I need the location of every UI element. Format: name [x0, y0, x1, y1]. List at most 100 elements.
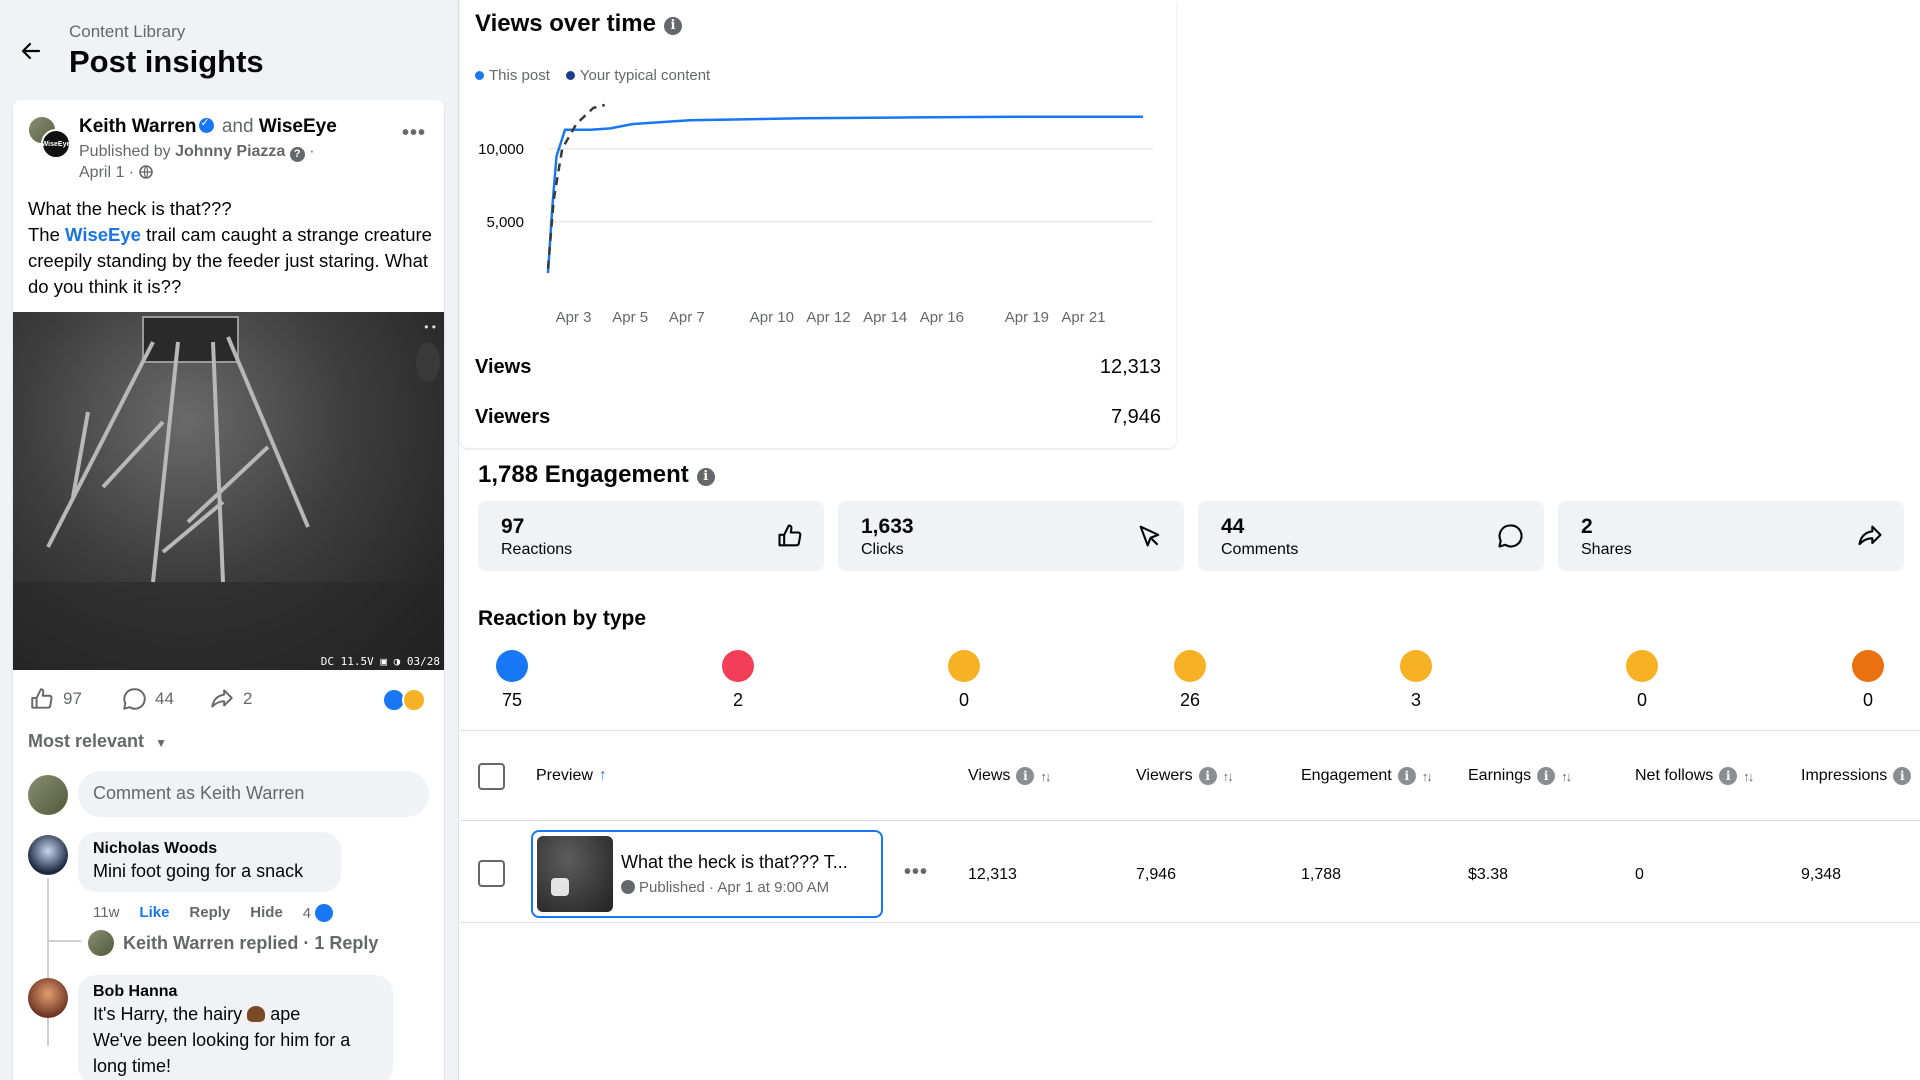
verified-badge-icon — [198, 116, 214, 133]
author-and: and — [221, 116, 254, 137]
dropdown-caret-icon: ▼ — [155, 736, 167, 750]
thumbs-up-icon — [778, 524, 802, 547]
cursor-icon — [1139, 525, 1160, 547]
post-thumbnail — [537, 836, 613, 912]
table-row[interactable]: What the heck is that??? T... Published … — [460, 823, 1920, 923]
haha-count: 26 — [1179, 690, 1201, 710]
care-reaction-icon — [948, 650, 980, 682]
x-tick-label: Apr 21 — [1061, 309, 1105, 326]
column-preview[interactable]: Preview ↑ — [536, 767, 607, 785]
post-text-link[interactable]: WiseEye — [65, 224, 141, 245]
sad-reaction-icon — [1626, 650, 1658, 682]
comments-label: Comments — [1221, 541, 1299, 558]
y-tick-label: 5,000 — [486, 214, 524, 231]
angry-count: 0 — [1862, 690, 1873, 710]
sort-ascending-icon: ↑ — [598, 767, 607, 784]
current-user-avatar[interactable] — [28, 775, 68, 815]
back-arrow-icon — [21, 42, 41, 60]
reactions-value: 97 — [501, 515, 525, 538]
comment-input[interactable]: Comment as Keith Warren — [78, 771, 429, 817]
reaction-summary[interactable] — [382, 688, 428, 712]
comment-bubble-icon — [123, 688, 146, 710]
comments-card[interactable]: 44 Comments — [1198, 501, 1544, 571]
globe-icon — [621, 880, 635, 894]
column-viewers[interactable]: Viewers i ↑↓ — [1136, 767, 1234, 785]
post-avatars[interactable]: WiseEye — [27, 115, 73, 161]
info-icon[interactable]: i — [663, 17, 682, 35]
share-arrow-icon — [211, 689, 233, 708]
sort-icon: ↑↓ — [1040, 768, 1051, 784]
reactions-card[interactable]: 97 Reactions — [478, 501, 824, 571]
back-button[interactable] — [14, 34, 48, 68]
commenter-avatar[interactable] — [28, 835, 68, 875]
post-preview-cell[interactable]: What the heck is that??? T... Published … — [531, 830, 883, 918]
comment-sort-dropdown[interactable]: Most relevant ▼ — [28, 731, 167, 752]
select-all-checkbox[interactable] — [478, 763, 505, 790]
views-over-time-title: Views over time i — [475, 10, 682, 38]
comment-reply-button[interactable]: Reply — [189, 904, 230, 922]
comment-text-2b: We've been looking for him for a long ti… — [93, 1030, 351, 1076]
trail-cam-feeder-image — [13, 316, 444, 670]
row-checkbox[interactable] — [478, 860, 505, 887]
x-tick-label: Apr 5 — [612, 309, 648, 326]
post-text-body: The WiseEye trail cam caught a strange c… — [28, 222, 433, 300]
commenter-name-2[interactable]: Bob Hanna — [93, 983, 378, 1001]
reaction-sad: 0 — [1612, 650, 1672, 711]
haha-reaction-icon — [402, 688, 426, 712]
share-stat[interactable]: 2 — [209, 686, 252, 712]
column-net-follows[interactable]: Net follows i ↑↓ — [1635, 767, 1754, 785]
comment-time[interactable]: 11w — [93, 904, 119, 922]
column-engagement[interactable]: Engagement i ↑↓ — [1301, 767, 1433, 785]
sort-icon: ↑↓ — [1561, 768, 1572, 784]
post-photo[interactable]: • • DC 11.5V ▣ ◑ 03/28 — [13, 312, 444, 670]
comment-like-button[interactable]: Like — [139, 904, 169, 922]
wow-reaction-icon — [1400, 650, 1432, 682]
viewers-metric-row: Viewers 7,946 — [475, 406, 1161, 429]
post-date[interactable]: April 1 · — [79, 164, 134, 181]
post-more-options-icon[interactable]: ••• — [402, 122, 426, 145]
angry-reaction-icon — [1852, 650, 1884, 682]
legend-typical-content[interactable]: Your typical content — [565, 67, 710, 84]
row-more-options-icon[interactable]: ••• — [904, 861, 928, 884]
chart-legend: This post Your typical content — [475, 67, 710, 84]
views-label: Views — [475, 356, 532, 378]
publisher-name[interactable]: Johnny Piazza — [175, 143, 285, 160]
cell-views: 12,313 — [968, 866, 1017, 883]
shares-card[interactable]: 2 Shares — [1558, 501, 1904, 571]
legend-this-post[interactable]: This post — [475, 67, 550, 84]
reaction-love: 2 — [708, 650, 768, 711]
column-views[interactable]: Views i ↑↓ — [968, 767, 1051, 785]
breadcrumb[interactable]: Content Library — [69, 22, 185, 42]
comment-text-2: It's Harry, the hairy ape — [93, 1004, 301, 1024]
published-suffix: · — [309, 143, 315, 160]
like-reaction-icon — [315, 904, 334, 922]
clicks-card[interactable]: 1,633 Clicks — [838, 501, 1184, 571]
view-replies-link[interactable]: Keith Warren replied · 1 Reply — [123, 933, 378, 954]
info-icon[interactable]: i — [696, 468, 715, 486]
sort-icon: ↑↓ — [1222, 768, 1234, 784]
comment-icon — [1498, 524, 1523, 548]
commenter-avatar-2[interactable] — [28, 978, 68, 1018]
views-line-chart: 5,000 10,000 Apr 3 Apr 5 Apr 7 Apr 10 Apr 12 Ap… — [478, 103, 1153, 326]
clicks-value: 1,633 — [861, 515, 914, 538]
comment-reaction-count[interactable]: 4 — [303, 904, 334, 922]
comment-text: Mini foot going for a snack — [93, 861, 304, 881]
reaction-wow: 3 — [1386, 650, 1446, 711]
reaction-by-type-title: Reaction by type — [478, 607, 647, 630]
help-icon[interactable]: ? — [289, 147, 305, 162]
views-metric-row: Views 12,313 — [475, 356, 1161, 379]
cell-net-follows: 0 — [1635, 866, 1644, 883]
views-over-time-card: Views over time i This post Your typical … — [460, 0, 1176, 448]
column-earnings[interactable]: Earnings i ↑↓ — [1468, 767, 1572, 785]
page-name[interactable]: WiseEye — [259, 116, 337, 137]
commenter-name[interactable]: Nicholas Woods — [93, 840, 326, 858]
comment-sort-label: Most relevant — [28, 731, 145, 751]
author-name[interactable]: Keith Warren — [79, 116, 197, 137]
page-avatar: WiseEye — [41, 129, 71, 159]
comment-hide-button[interactable]: Hide — [250, 904, 283, 922]
info-icon: i — [1198, 767, 1217, 785]
comment-stat[interactable]: 44 — [121, 686, 174, 712]
like-stat[interactable]: 97 — [29, 686, 82, 712]
comment-actions: 11w Like Reply Hide 4 — [93, 904, 334, 922]
column-impressions[interactable]: Impressions i — [1801, 767, 1912, 785]
